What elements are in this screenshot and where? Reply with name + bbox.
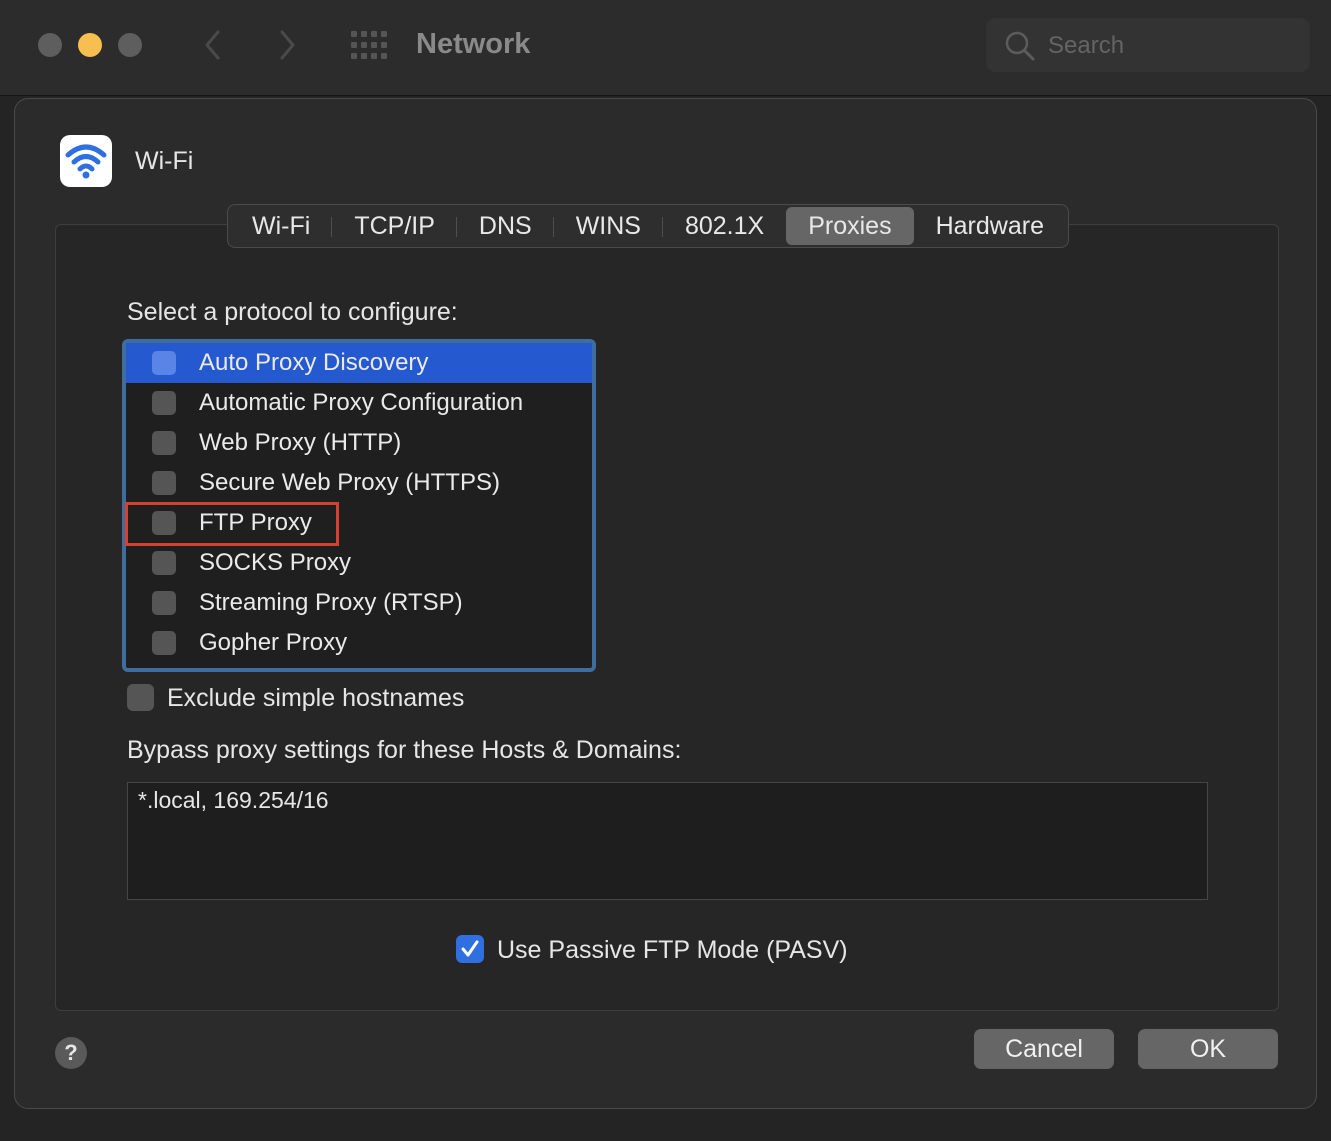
protocol-label: Auto Proxy Discovery [199, 349, 429, 376]
protocol-checkbox[interactable] [152, 551, 176, 575]
settings-tab-bar: Wi-Fi TCP/IP DNS WINS 802.1X Proxies Har… [227, 204, 1069, 248]
protocol-label: SOCKS Proxy [199, 549, 352, 576]
tab-tcpip[interactable]: TCP/IP [332, 207, 457, 245]
protocol-label: Web Proxy (HTTP) [199, 429, 402, 456]
title-bar: Network Search [0, 0, 1331, 96]
search-icon [1004, 30, 1036, 62]
tab-hardware[interactable]: Hardware [914, 207, 1066, 245]
protocol-row-automatic-proxy-configuration[interactable]: Automatic Proxy Configuration [126, 383, 592, 423]
protocol-label: Secure Web Proxy (HTTPS) [199, 469, 500, 496]
close-window-button[interactable] [38, 33, 62, 57]
zoom-window-button[interactable] [118, 33, 142, 57]
tab-8021x[interactable]: 802.1X [663, 207, 786, 245]
interface-name: Wi-Fi [135, 147, 194, 175]
exclude-simple-hostnames-label: Exclude simple hostnames [167, 684, 465, 712]
tab-wins[interactable]: WINS [554, 207, 664, 245]
protocol-checkbox[interactable] [152, 431, 176, 455]
tab-wifi[interactable]: Wi-Fi [230, 207, 333, 245]
passive-ftp-checkbox[interactable] [456, 935, 484, 963]
search-placeholder: Search [1048, 32, 1125, 59]
forward-arrow-icon[interactable] [272, 28, 302, 62]
tab-dns[interactable]: DNS [457, 207, 554, 245]
protocol-label: Automatic Proxy Configuration [199, 389, 524, 416]
protocol-label: Streaming Proxy (RTSP) [199, 589, 463, 616]
search-field[interactable]: Search [986, 18, 1310, 72]
protocol-checkbox[interactable] [152, 391, 176, 415]
back-arrow-icon[interactable] [198, 28, 228, 62]
select-protocol-label: Select a protocol to configure: [127, 298, 458, 326]
protocol-row-secure-web-proxy-https[interactable]: Secure Web Proxy (HTTPS) [126, 463, 592, 503]
show-all-grid-icon[interactable] [350, 30, 388, 60]
ok-button[interactable]: OK [1138, 1029, 1278, 1069]
bypass-hosts-value: *.local, 169.254/16 [138, 787, 329, 813]
protocol-checkbox[interactable] [152, 471, 176, 495]
ftp-proxy-highlight-box [125, 502, 339, 546]
cancel-button[interactable]: Cancel [974, 1029, 1114, 1069]
advanced-settings-sheet: Wi-Fi Wi-Fi TCP/IP DNS WINS 802.1X Proxi… [14, 98, 1317, 1109]
protocol-row-gopher-proxy[interactable]: Gopher Proxy [126, 623, 592, 663]
wifi-icon [60, 135, 112, 187]
passive-ftp-label: Use Passive FTP Mode (PASV) [497, 936, 848, 964]
exclude-simple-hostnames-checkbox[interactable] [127, 684, 154, 711]
help-button[interactable]: ? [55, 1037, 87, 1069]
protocol-row-streaming-proxy-rtsp[interactable]: Streaming Proxy (RTSP) [126, 583, 592, 623]
protocol-row-socks-proxy[interactable]: SOCKS Proxy [126, 543, 592, 583]
protocol-label: Gopher Proxy [199, 629, 348, 656]
window-title: Network [416, 28, 531, 60]
bypass-hosts-textarea[interactable]: *.local, 169.254/16 [127, 782, 1208, 900]
protocol-checkbox[interactable] [152, 631, 176, 655]
protocol-row-web-proxy-http[interactable]: Web Proxy (HTTP) [126, 423, 592, 463]
tab-proxies[interactable]: Proxies [786, 207, 914, 245]
protocol-row-auto-proxy-discovery[interactable]: Auto Proxy Discovery [126, 343, 592, 383]
protocol-checkbox[interactable] [152, 351, 176, 375]
bypass-label: Bypass proxy settings for these Hosts & … [127, 736, 682, 764]
minimize-window-button[interactable] [78, 33, 102, 57]
checkmark-icon [461, 940, 479, 957]
protocol-checkbox[interactable] [152, 591, 176, 615]
